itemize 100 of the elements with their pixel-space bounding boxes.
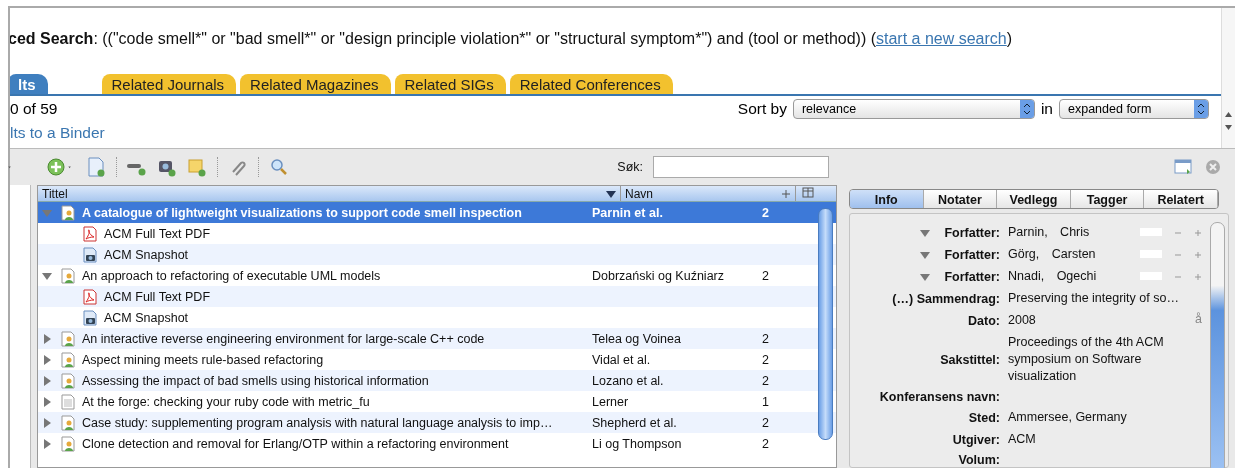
title-text: Clone detection and removal for Erlang/OTP within a refactoring environment: [82, 436, 510, 451]
pane-tab[interactable]: Vedlegg: [997, 190, 1071, 208]
tab[interactable]: Related Magazines: [240, 74, 391, 94]
attachment-title: ACM Snapshot: [104, 247, 190, 262]
count-text: 2: [762, 436, 770, 451]
column-picker-icon[interactable]: [802, 187, 814, 199]
field-label: Volum:: [958, 453, 1000, 467]
field-label: Forfatter:: [944, 269, 1000, 284]
count-text: 2: [762, 331, 770, 346]
document-person-icon: [60, 372, 76, 389]
close-icon[interactable]: [1203, 157, 1223, 177]
tab[interactable]: Related SIGs: [394, 74, 506, 94]
creator-name: Nnadi, Ogechi: [1008, 268, 1098, 285]
new-page-icon[interactable]: [86, 157, 106, 177]
search-label: Søk:: [617, 160, 643, 174]
attachment-row[interactable]: ACM Full Text PDF: [38, 286, 836, 307]
dropdown-icon[interactable]: [920, 249, 931, 260]
pdf-icon: [82, 225, 98, 242]
field-value: Preserving the integrity of so…: [1008, 290, 1180, 307]
sort-label: Sort by: [737, 100, 787, 118]
dropdown-icon[interactable]: [920, 227, 931, 238]
in-label: in: [1040, 100, 1053, 118]
attachment-title: ACM Full Text PDF: [104, 289, 212, 304]
expand-icon[interactable]: [42, 333, 52, 344]
stepper-icon: [1194, 100, 1208, 118]
column-header[interactable]: Tittel: [38, 186, 621, 201]
author-text: Li og Thompson: [592, 436, 683, 451]
document-person-icon: [60, 204, 76, 221]
attachment-row[interactable]: ACM Snapshot: [38, 244, 836, 265]
expand-icon[interactable]: [42, 354, 52, 365]
field-value: Proceedings of the 4th ACM symposium on Software visualization: [1008, 334, 1165, 385]
sort-select[interactable]: relevance: [792, 99, 1035, 119]
count-text: 2: [762, 205, 770, 220]
document-icon: [60, 393, 76, 410]
plus-icon[interactable]: [1194, 229, 1202, 237]
item-row[interactable]: Case study: supplementing program analysis with natural language analysis to imp… Shepherd et al. 2: [38, 412, 836, 433]
pane-tab[interactable]: Info: [850, 190, 924, 208]
author-text: Shepherd et al.: [592, 415, 678, 430]
tab[interactable]: Related Journals: [101, 74, 237, 94]
pane-tab[interactable]: Tagger: [1070, 190, 1145, 208]
count-text: 1: [762, 394, 770, 409]
item-row[interactable]: A catalogue of lightweight visualizations to support code smell inspection Parnin et al. 2: [38, 202, 836, 223]
title-text: Case study: supplementing program analysis with natural language analysis to imp…: [82, 415, 554, 430]
column-header[interactable]: Navn: [621, 186, 796, 201]
author-text: Lerner: [592, 394, 630, 409]
collapse-icon[interactable]: [42, 270, 52, 281]
binder-link[interactable]: lts to a Binder: [10, 124, 105, 142]
field-label: Sakstittel:: [940, 352, 1000, 367]
count-text: 2: [762, 415, 770, 430]
document-person-icon: [60, 435, 76, 452]
title-text: An interactive reverse engineering environment for large-scale C++ code: [82, 331, 486, 346]
dropdown-icon[interactable]: [920, 271, 931, 282]
item-row[interactable]: An interactive reverse engineering environment for large-scale C++ code Telea og Voinea 2: [38, 328, 836, 349]
tab[interactable]: lts: [10, 74, 48, 94]
author-text: Dobrzański og Kuźniarz: [592, 268, 725, 283]
minus-icon[interactable]: [1174, 251, 1182, 259]
expand-icon[interactable]: [42, 438, 52, 449]
title-text: An approach to refactoring of executable UML models: [82, 268, 382, 283]
add-icon[interactable]: [46, 157, 66, 177]
creator-name: Parnin, Chris: [1008, 224, 1091, 241]
field-label: Dato:: [968, 313, 1000, 328]
field-value: ACM: [1008, 431, 1037, 448]
expand-icon[interactable]: [42, 417, 52, 428]
form-select[interactable]: expanded form: [1059, 99, 1209, 119]
pane-tab[interactable]: Notater: [923, 190, 998, 208]
author-text: Vidal et al.: [592, 352, 652, 367]
new-search-link[interactable]: start a new search: [876, 30, 1007, 47]
expand-icon[interactable]: [42, 375, 52, 386]
result-count: 0 of 59: [10, 100, 59, 118]
sort-icon: [606, 188, 616, 199]
field-label: Utgiver:: [952, 432, 1000, 447]
document-person-icon: [60, 414, 76, 431]
plus-icon[interactable]: [1194, 273, 1202, 281]
author-text: Telea og Voinea: [592, 331, 682, 346]
item-row[interactable]: Assessing the impact of bad smells using historical information Lozano et al. 2: [38, 370, 836, 391]
stepper-icon: [1019, 100, 1034, 118]
scrollbar-thumb[interactable]: [818, 208, 833, 440]
window-icon[interactable]: [1173, 157, 1193, 177]
tab[interactable]: Related Conferences: [509, 74, 673, 94]
document-person-icon: [60, 330, 76, 347]
pdf-icon: [82, 288, 98, 305]
search-field[interactable]: [653, 156, 829, 178]
field-label: Sted:: [968, 410, 1000, 425]
scrollbar-thumb[interactable]: [1210, 222, 1225, 468]
plus-icon[interactable]: [1194, 251, 1202, 259]
minus-icon[interactable]: [1174, 273, 1182, 281]
field-label: Forfatter:: [944, 247, 1000, 262]
author-text: Lozano et al.: [592, 373, 665, 388]
expand-icon[interactable]: [42, 396, 52, 407]
attachment-title: ACM Full Text PDF: [104, 226, 212, 241]
camera-page-icon: [82, 309, 98, 326]
pane-tab[interactable]: Relatert: [1144, 190, 1218, 208]
title-text: Assessing the impact of bad smells using historical information: [82, 373, 430, 388]
field-label: Forfatter:: [944, 225, 1000, 240]
plus-icon: [781, 188, 791, 199]
minus-icon[interactable]: [1174, 229, 1182, 237]
count-text: 2: [762, 268, 770, 283]
title-text: Aspect mining meets rule-based refactoring: [82, 352, 325, 367]
search-icon[interactable]: [269, 157, 289, 177]
note-icon[interactable]: [187, 157, 207, 177]
